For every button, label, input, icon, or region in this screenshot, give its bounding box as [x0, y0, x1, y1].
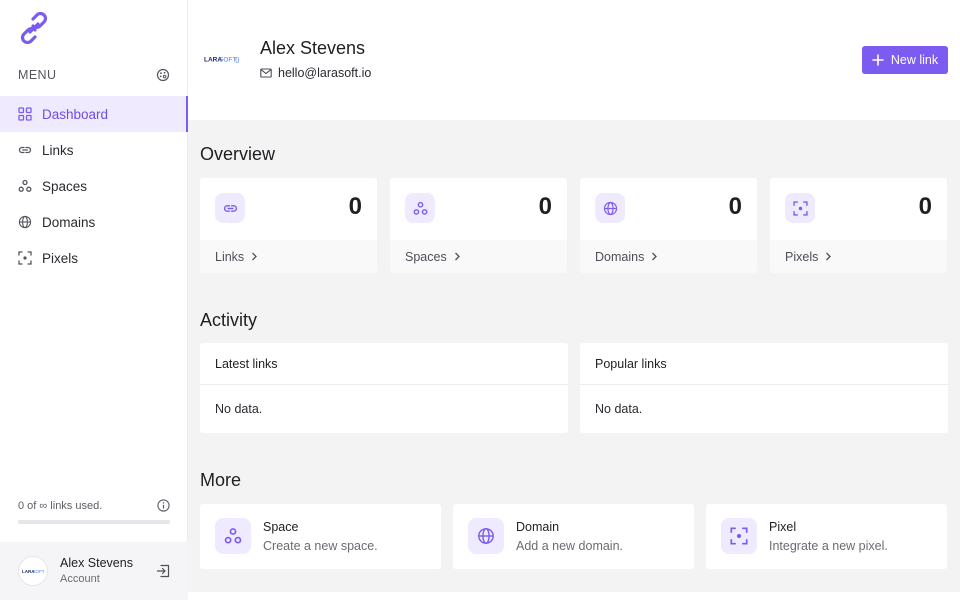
new-link-label: New link — [890, 53, 939, 67]
more-title: More — [200, 470, 242, 490]
account-name: Alex Stevens — [60, 556, 133, 570]
sidebar-item-domains[interactable]: Domains — [0, 204, 188, 240]
app-logo-icon[interactable] — [18, 12, 50, 44]
more-card-title: Domain — [516, 520, 560, 534]
footer-strip — [188, 592, 960, 600]
stat-label: Links — [215, 249, 245, 264]
profile-header: LARA SOFT {} Alex Stevens hello@larasoft… — [188, 0, 960, 120]
stat-value: 0 — [728, 193, 742, 220]
profile-email: hello@larasoft.io — [260, 66, 371, 80]
stat-value: 0 — [538, 193, 552, 220]
dashboard-icon — [18, 107, 32, 121]
stat-label: Domains — [595, 249, 645, 264]
chevron-right-icon — [454, 252, 460, 261]
info-icon[interactable] — [157, 499, 170, 512]
email-text: hello@larasoft.io — [278, 66, 372, 80]
chevron-right-icon — [652, 252, 658, 261]
chevron-right-icon — [252, 252, 258, 261]
spaces-icon — [224, 528, 242, 544]
activity-title: Activity — [200, 310, 258, 330]
account-panel[interactable]: LARA SOFT Alex Stevens Account — [0, 542, 188, 600]
chevron-right-icon — [826, 252, 832, 261]
stat-link-pixels[interactable]: Pixels — [770, 240, 947, 273]
menu-label: MENU — [18, 68, 57, 82]
card-title: Popular links — [580, 343, 948, 385]
stat-card-pixels: 0 Pixels — [770, 178, 947, 273]
palette-icon[interactable] — [156, 68, 170, 82]
globe-icon — [603, 201, 617, 215]
sidebar-nav: Dashboard Links Spaces Domains Pixels — [0, 96, 188, 276]
more-icon — [468, 518, 504, 554]
usage-text: 0 of ∞ links used. — [18, 500, 103, 512]
stat-value: 0 — [348, 193, 362, 220]
stat-link-links[interactable]: Links — [200, 240, 377, 273]
sidebar-item-label: Links — [42, 142, 74, 158]
larasoft-logo-icon: LARA SOFT {} — [204, 57, 240, 64]
more-card-title: Space — [263, 520, 299, 534]
card-title: Latest links — [200, 343, 568, 385]
mail-icon — [260, 68, 272, 78]
stat-card-links: 0 Links — [200, 178, 377, 273]
overview-title: Overview — [200, 144, 276, 164]
stat-label: Pixels — [785, 249, 819, 264]
globe-icon — [18, 215, 32, 229]
link-icon — [18, 146, 32, 154]
add-domain-card[interactable]: Domain Add a new domain. — [453, 504, 694, 569]
stat-link-spaces[interactable]: Spaces — [390, 240, 567, 273]
more-card-subtitle: Add a new domain. — [516, 539, 624, 553]
popular-links-card: Popular links No data. — [580, 343, 948, 433]
stat-link-domains[interactable]: Domains — [580, 240, 757, 273]
more-card-subtitle: Create a new space. — [263, 539, 378, 553]
stat-icon — [785, 193, 815, 223]
sidebar: MENU Dashboard Links Spaces Domains Pixe… — [0, 0, 188, 600]
sidebar-item-label: Dashboard — [42, 106, 109, 122]
more-card-subtitle: Integrate a new pixel. — [769, 539, 888, 553]
card-empty-state: No data. — [215, 402, 263, 416]
more-icon — [721, 518, 757, 554]
logout-icon[interactable] — [156, 564, 170, 578]
link-usage: 0 of ∞ links used. — [18, 499, 170, 524]
sidebar-item-label: Pixels — [42, 250, 79, 266]
spaces-icon — [18, 179, 32, 192]
brand-logo: LARA SOFT {} — [204, 51, 244, 67]
plus-icon — [872, 54, 884, 66]
stat-icon — [215, 193, 245, 223]
avatar: LARA SOFT — [18, 556, 48, 586]
stat-card-spaces: 0 Spaces — [390, 178, 567, 273]
pixel-icon — [792, 200, 808, 216]
integrate-pixel-card[interactable]: Pixel Integrate a new pixel. — [706, 504, 947, 569]
larasoft-logo-icon: LARA SOFT — [22, 569, 45, 574]
account-subtitle: Account — [60, 573, 100, 585]
stat-label: Spaces — [405, 249, 447, 264]
latest-links-card: Latest links No data. — [200, 343, 568, 433]
pixel-icon — [18, 251, 32, 265]
new-link-button[interactable]: New link — [862, 46, 948, 74]
sidebar-item-label: Domains — [42, 214, 96, 230]
stat-value: 0 — [918, 193, 932, 220]
svg-text:{}: {} — [235, 57, 240, 64]
more-icon — [215, 518, 251, 554]
usage-progress-bar — [18, 520, 170, 524]
pixel-icon — [730, 527, 748, 545]
spaces-icon — [413, 201, 427, 215]
card-empty-state: No data. — [595, 402, 643, 416]
sidebar-item-pixels[interactable]: Pixels — [0, 240, 188, 276]
stat-card-domains: 0 Domains — [580, 178, 757, 273]
svg-text:SOFT: SOFT — [219, 57, 236, 64]
create-space-card[interactable]: Space Create a new space. — [200, 504, 441, 569]
svg-text:SOFT: SOFT — [33, 569, 45, 574]
sidebar-item-dashboard[interactable]: Dashboard — [0, 96, 188, 132]
more-card-title: Pixel — [769, 520, 797, 534]
sidebar-item-spaces[interactable]: Spaces — [0, 168, 188, 204]
profile-name: Alex Stevens — [260, 38, 366, 58]
stat-icon — [595, 193, 625, 223]
sidebar-item-links[interactable]: Links — [0, 132, 188, 168]
globe-icon — [478, 528, 494, 544]
link-icon — [223, 204, 237, 212]
sidebar-item-label: Spaces — [42, 178, 88, 194]
stat-icon — [405, 193, 435, 223]
